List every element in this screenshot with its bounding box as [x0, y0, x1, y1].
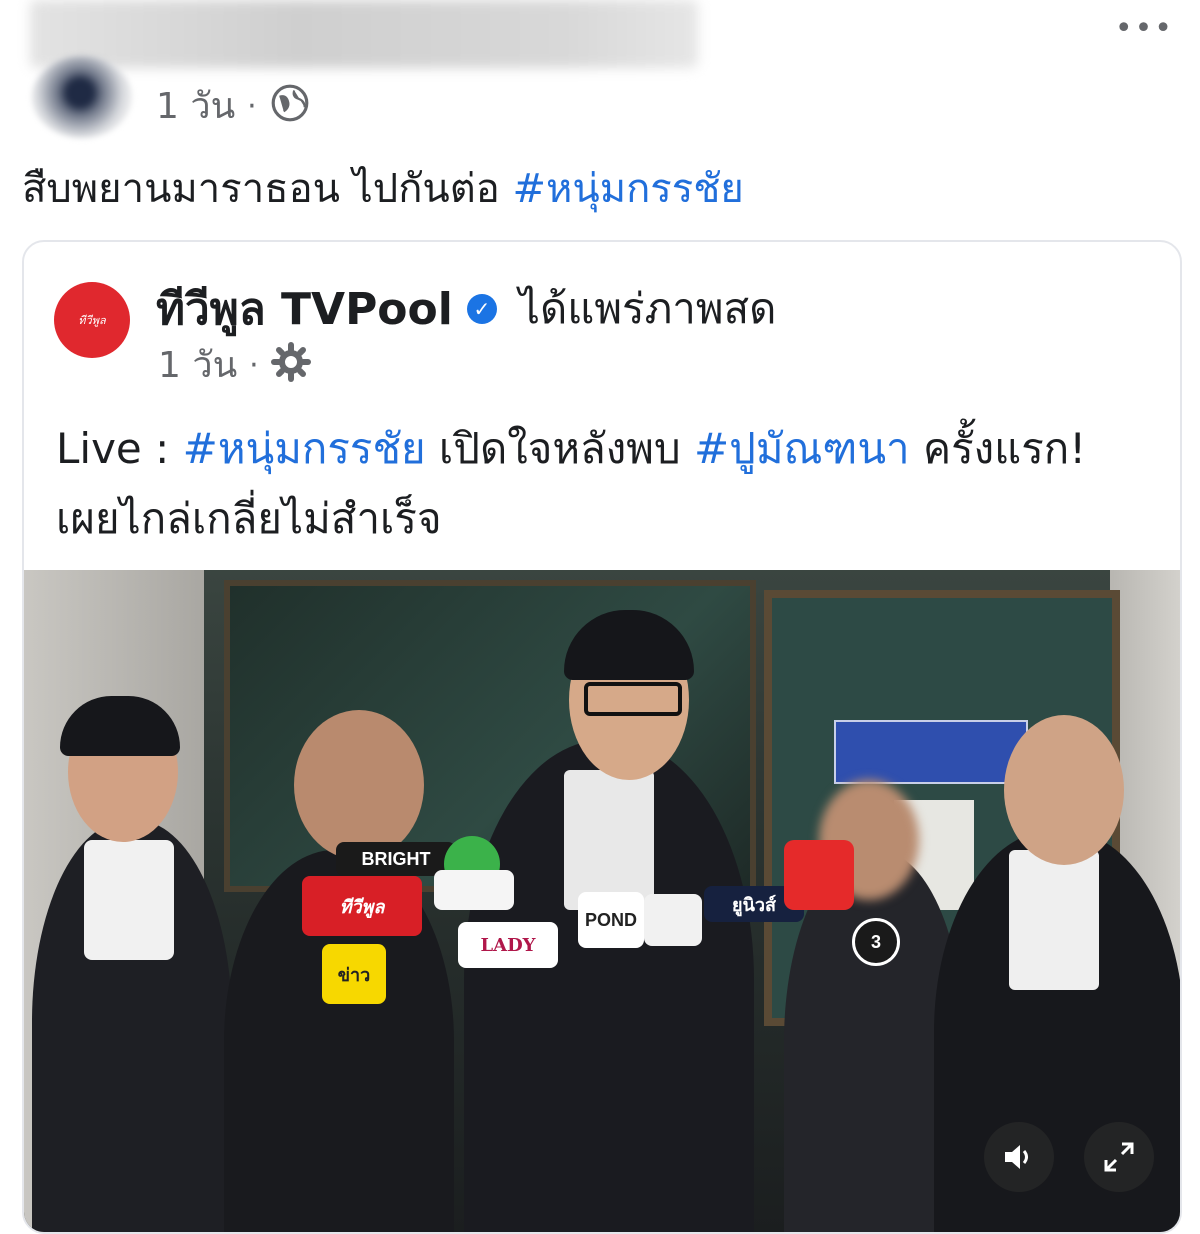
shared-post-text: Live : #หนุ่มกรรชัย เปิดใจหลังพบ #ปูมัณฑ… — [56, 414, 1156, 554]
person-right-head — [1004, 715, 1124, 865]
mic-white — [434, 870, 514, 910]
person-second-head — [294, 710, 424, 860]
mic-lady: LADY — [458, 922, 558, 968]
shared-post-card[interactable]: ทีวีพูล ทีวีพูล TVPool ✓ ได้แพร่ภาพสด 1 … — [22, 240, 1182, 1234]
post-hashtag[interactable]: #หนุ่มกรรชัย — [512, 166, 743, 212]
page-name-link[interactable]: ทีวีพูล TVPool — [156, 274, 453, 344]
mic-pond: POND — [578, 892, 644, 948]
post-time[interactable]: 1 วัน — [156, 88, 235, 125]
mic-small-white — [644, 894, 702, 946]
person-center-shirt — [564, 770, 654, 910]
live-action-label: ได้แพร่ภาพสด — [518, 284, 777, 333]
video-sign — [834, 720, 1028, 784]
blurred-avatar[interactable] — [32, 56, 132, 138]
live-video-player[interactable]: BRIGHT ทีวีพูล ข่าว LADY POND ยูนิวส์ 3 — [24, 570, 1180, 1232]
mic-channel-3: 3 — [852, 918, 900, 966]
post-body: สืบพยานมาราธอน ไปกันต่อ — [22, 166, 500, 212]
shared-text-mid: เปิดใจหลังพบ — [438, 424, 681, 473]
more-options-button[interactable]: ••• — [1115, 14, 1174, 44]
person-center-glasses — [584, 682, 682, 716]
shared-hashtag-2[interactable]: #ปูมัณฑนา — [694, 424, 910, 473]
meta-separator: · — [247, 88, 257, 124]
verified-badge-icon: ✓ — [466, 294, 497, 324]
shared-post-meta: 1 วัน · — [158, 342, 311, 389]
globe-icon — [269, 82, 311, 131]
post-text: สืบพยานมาราธอน ไปกันต่อ #หนุ่มกรรชัย — [22, 158, 744, 220]
shared-hashtag-1[interactable]: #หนุ่มกรรชัย — [183, 424, 426, 473]
post-meta: 1 วัน · — [156, 82, 311, 131]
speaker-icon[interactable] — [984, 1122, 1054, 1192]
blurred-author-name — [30, 0, 698, 68]
mic-tvpool: ทีวีพูล — [302, 876, 422, 936]
shared-post-time[interactable]: 1 วัน — [158, 347, 237, 384]
person-left-collar — [84, 840, 174, 960]
shared-meta-separator: · — [249, 347, 259, 383]
mic-red-cube — [784, 840, 854, 910]
person-right-shirt — [1009, 850, 1099, 990]
page-logo-text: ทีวีพูล — [78, 314, 106, 327]
page-logo[interactable]: ทีวีพูล — [54, 282, 130, 358]
shared-post-header: ทีวีพูล TVPool ✓ ได้แพร่ภาพสด — [156, 274, 776, 344]
mic-news: ข่าว — [322, 944, 386, 1004]
expand-icon[interactable] — [1084, 1122, 1154, 1192]
live-prefix: Live : — [56, 424, 170, 473]
gear-icon — [270, 342, 311, 389]
